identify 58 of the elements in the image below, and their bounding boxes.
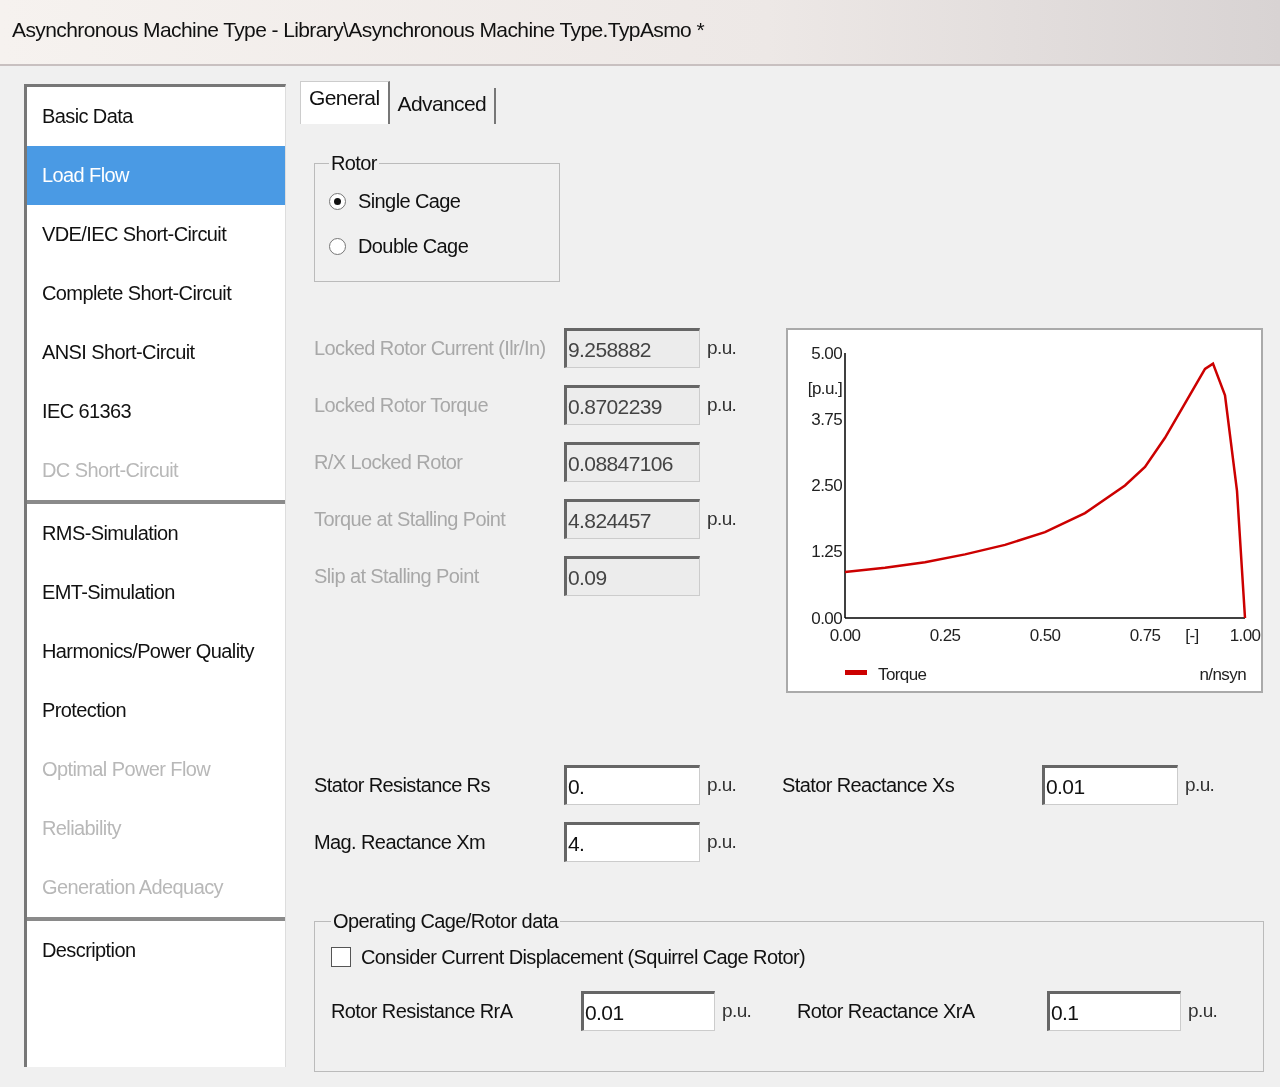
sidebar-item[interactable]: Complete Short-Circuit bbox=[27, 264, 285, 323]
legend-swatch bbox=[845, 670, 867, 675]
unit-label: p.u. bbox=[1187, 1000, 1219, 1022]
sidebar-item[interactable]: ANSI Short-Circuit bbox=[27, 323, 285, 382]
input-field[interactable]: 0.01 bbox=[581, 991, 715, 1031]
input-field[interactable]: 0. bbox=[564, 765, 700, 805]
checkbox-label: Consider Current Displacement (Squirrel Cage Rotor) bbox=[361, 945, 806, 969]
unit-label: p.u. bbox=[1184, 774, 1216, 796]
sidebar-item[interactable]: EMT-Simulation bbox=[27, 563, 285, 622]
checkbox[interactable] bbox=[331, 947, 351, 967]
radio-button[interactable] bbox=[329, 193, 346, 210]
x-axis-label: n/nsyn bbox=[1199, 665, 1246, 684]
field-label: Locked Rotor Current (Ilr/In) bbox=[314, 336, 547, 360]
y-tick-label: 5.00 bbox=[811, 343, 842, 363]
field-label: Stator Reactance Xs bbox=[782, 773, 956, 797]
field-label: R/X Locked Rotor bbox=[314, 450, 464, 474]
unit-label: p.u. bbox=[706, 508, 738, 530]
radio-label: Double Cage bbox=[358, 235, 469, 258]
field-label: Rotor Reactance XrA bbox=[797, 999, 976, 1023]
group-title: Rotor bbox=[330, 152, 378, 175]
window-title: Asynchronous Machine Type - Library\Asynchronous Machine Type.TypAsmo * bbox=[12, 18, 704, 41]
x-unit-label: [-] bbox=[1185, 626, 1199, 645]
x-tick-label: 0.00 bbox=[829, 626, 861, 645]
field-label: Locked Rotor Torque bbox=[314, 393, 489, 417]
unit-label: p.u. bbox=[706, 774, 738, 796]
field-label: Slip at Stalling Point bbox=[314, 564, 480, 588]
x-tick-label: 0.75 bbox=[1129, 626, 1161, 645]
unit-label: p.u. bbox=[721, 1000, 753, 1022]
unit-label: p.u. bbox=[706, 831, 738, 853]
sidebar-item[interactable]: IEC 61363 bbox=[27, 382, 285, 441]
tab[interactable]: General bbox=[300, 81, 390, 124]
x-tick-label: 1.00 bbox=[1229, 626, 1261, 645]
y-axis-label: [p.u.] bbox=[807, 379, 842, 398]
radio-label: Single Cage bbox=[358, 190, 461, 213]
sidebar-item[interactable]: RMS-Simulation bbox=[27, 504, 285, 563]
y-tick-label: 1.25 bbox=[811, 542, 842, 562]
sidebar-item[interactable]: VDE/IEC Short-Circuit bbox=[27, 205, 285, 264]
radio-button[interactable] bbox=[329, 238, 346, 255]
input-field[interactable]: 0.1 bbox=[1047, 991, 1181, 1031]
sidebar-item[interactable]: Harmonics/Power Quality bbox=[27, 622, 285, 681]
x-tick-label: 0.25 bbox=[929, 626, 961, 645]
field-label: Torque at Stalling Point bbox=[314, 507, 507, 531]
sidebar-item[interactable]: Basic Data bbox=[27, 87, 285, 146]
input-field[interactable]: 4. bbox=[564, 822, 700, 862]
group-title: Operating Cage/Rotor data bbox=[332, 910, 560, 933]
field-label: Mag. Reactance Xm bbox=[314, 830, 486, 854]
sidebar-item[interactable]: Description bbox=[27, 921, 285, 980]
unit-label: p.u. bbox=[706, 337, 738, 359]
y-tick-label: 0.00 bbox=[811, 608, 842, 628]
legend-label: Torque bbox=[878, 665, 927, 684]
y-tick-label: 3.75 bbox=[811, 409, 842, 429]
input-field[interactable]: 0.01 bbox=[1042, 765, 1178, 805]
field-label: Rotor Resistance RrA bbox=[331, 999, 514, 1023]
x-tick-label: 0.50 bbox=[1029, 626, 1061, 645]
y-tick-label: 2.50 bbox=[811, 476, 842, 495]
unit-label: p.u. bbox=[706, 394, 738, 416]
field-label: Stator Resistance Rs bbox=[314, 773, 491, 797]
sidebar-item[interactable]: Protection bbox=[27, 681, 285, 740]
